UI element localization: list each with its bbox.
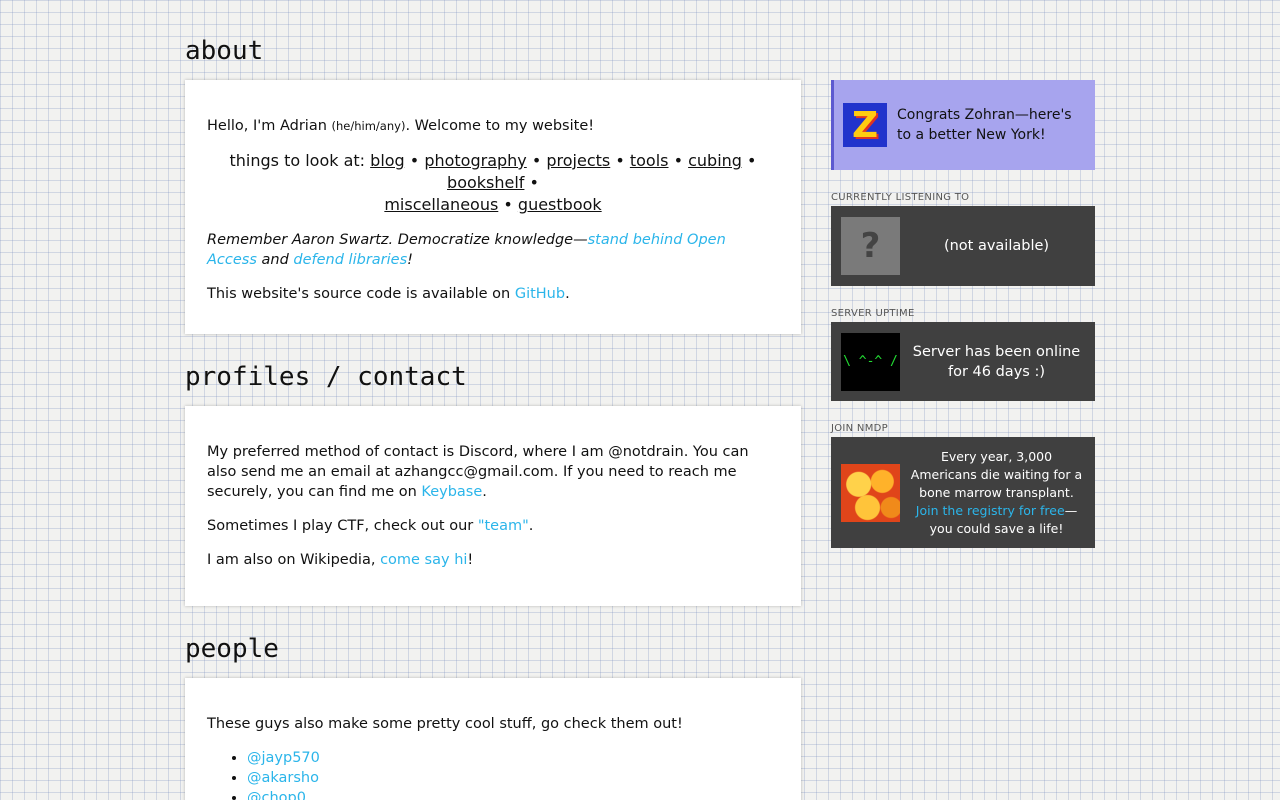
remember-end: !	[407, 252, 413, 268]
contact-card: My preferred method of contact is Discor…	[185, 406, 801, 606]
listening-widget: ? (not available)	[831, 206, 1095, 286]
marrow-cells-icon	[841, 463, 900, 522]
nav-separator: •	[524, 173, 539, 192]
nav-projects-link[interactable]: projects	[546, 151, 610, 170]
banner-text: Congrats Zohran—here's to a better New Y…	[897, 107, 1072, 143]
contact-discord: My preferred method of contact is Discor…	[207, 442, 779, 502]
nav-separator: •	[526, 151, 547, 170]
contact-wikipedia: I am also on Wikipedia, come say hi!	[207, 550, 779, 570]
nav-miscellaneous-link[interactable]: miscellaneous	[384, 195, 498, 214]
nav-separator: •	[610, 151, 630, 170]
greeting-text-end: . Welcome to my website!	[405, 118, 595, 134]
nmdp-registry-link[interactable]: Join the registry for free	[916, 503, 1065, 518]
nav-separator: •	[498, 195, 518, 214]
keybase-link[interactable]: Keybase	[421, 484, 482, 500]
greeting: Hello, I'm Adrian (he/him/any). Welcome …	[207, 116, 779, 136]
terminal-face-icon: \ ^-^ /	[841, 332, 900, 391]
nav-guestbook-link[interactable]: guestbook	[518, 195, 602, 214]
nav-prefix: things to look at:	[229, 151, 371, 170]
contact-text-end: .	[482, 484, 487, 500]
github-link[interactable]: GitHub	[515, 286, 565, 302]
open-access-note: Remember Aaron Swartz. Democratize knowl…	[207, 230, 779, 270]
listening-text: (not available)	[943, 238, 1050, 254]
unknown-album-icon: ?	[841, 217, 900, 275]
greeting-text: Hello, I'm Adrian	[207, 118, 332, 134]
uptime-widget: \ ^-^ / Server has been online for 46 da…	[831, 322, 1095, 401]
nmdp-text-start: Every year, 3,000 Americans die waiting …	[910, 448, 1083, 500]
people-intro: These guys also make some pretty cool st…	[207, 716, 683, 732]
list-item: @akarsho	[247, 768, 779, 788]
nmdp-text: Every year, 3,000 Americans die waiting …	[900, 448, 1085, 538]
people-list: @jayp570 @akarsho @chop0	[207, 748, 779, 800]
nav-separator: •	[668, 151, 689, 170]
about-heading: about	[185, 36, 264, 66]
main-column: about Hello, I'm Adrian (he/him/any). We…	[185, 32, 801, 800]
nav-bookshelf-link[interactable]: bookshelf	[447, 173, 524, 192]
uptime-label: server uptime	[831, 308, 915, 319]
nav-separator: •	[404, 151, 425, 170]
wikipedia-text: I am also on Wikipedia,	[207, 552, 381, 568]
remember-and: and	[256, 252, 294, 268]
source-text: This website's source code is available …	[207, 286, 515, 302]
zohran-banner[interactable]: Z Congrats Zohran—here's to a better New…	[831, 80, 1095, 170]
site-nav: things to look at: blog • photography • …	[207, 150, 779, 216]
sidebar: Z Congrats Zohran—here's to a better New…	[831, 80, 1095, 548]
source-end: .	[565, 286, 570, 302]
ctf-text-end: .	[528, 518, 534, 534]
wikipedia-text-end: !	[467, 552, 474, 568]
wikipedia-link[interactable]: come say hi	[380, 552, 467, 568]
nav-cubing-link[interactable]: cubing	[688, 151, 742, 170]
nmdp-widget: Every year, 3,000 Americans die waiting …	[831, 437, 1095, 548]
ctf-team-link[interactable]: "team"	[478, 518, 529, 534]
remember-text: Remember Aaron Swartz. Democratize knowl…	[207, 232, 588, 248]
contact-heading: profiles / contact	[185, 362, 467, 392]
z-logo-icon: Z	[843, 103, 887, 147]
nav-photography-link[interactable]: photography	[424, 151, 526, 170]
uptime-text: Server has been online for 46 days :)	[912, 343, 1081, 380]
nav-blog-link[interactable]: blog	[370, 151, 405, 170]
about-card: Hello, I'm Adrian (he/him/any). Welcome …	[185, 80, 801, 334]
person-link-chop0[interactable]: @chop0	[247, 790, 306, 800]
nmdp-label: join nmdp	[831, 423, 888, 434]
person-link-akarsho[interactable]: @akarsho	[247, 770, 319, 786]
pronouns: (he/him/any)	[331, 119, 406, 133]
listening-label: currently listening to	[831, 192, 970, 203]
defend-libraries-link[interactable]: defend libraries	[293, 252, 407, 268]
contact-ctf: Sometimes I play CTF, check out our "tea…	[207, 516, 779, 536]
people-heading: people	[185, 634, 279, 664]
source-code-note: This website's source code is available …	[207, 284, 779, 304]
nav-separator: •	[741, 151, 757, 170]
list-item: @jayp570	[247, 748, 779, 768]
ctf-text: Sometimes I play CTF, check out our	[207, 518, 478, 534]
people-card: These guys also make some pretty cool st…	[185, 678, 801, 800]
list-item: @chop0	[247, 788, 779, 800]
person-link-jayp570[interactable]: @jayp570	[247, 750, 320, 766]
nav-tools-link[interactable]: tools	[630, 151, 669, 170]
